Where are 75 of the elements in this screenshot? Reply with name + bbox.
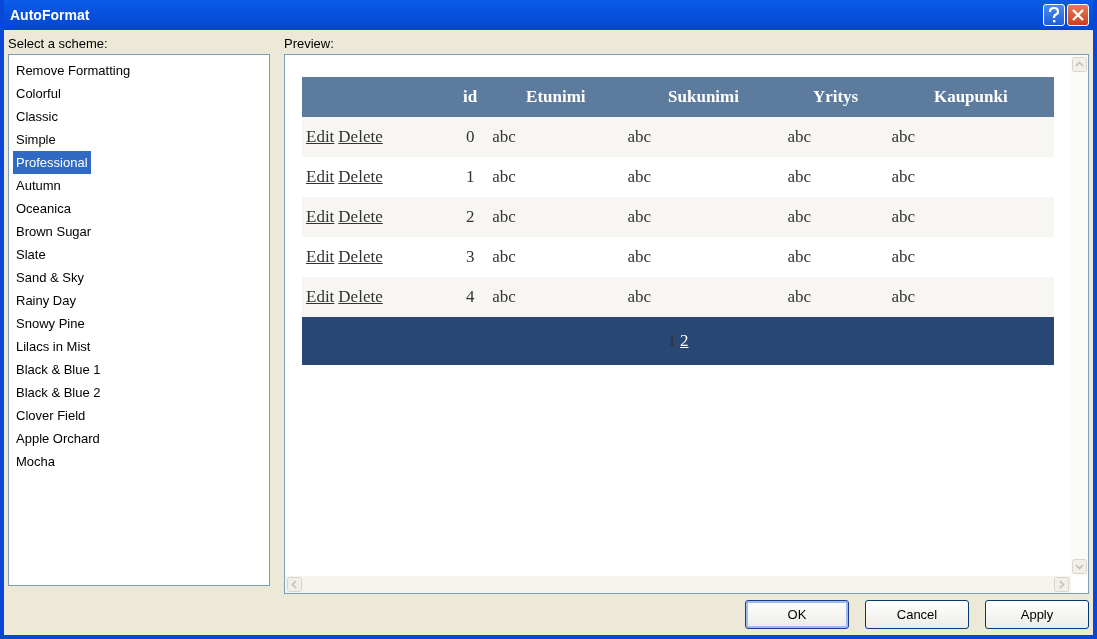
table-cell: abc [783,117,888,157]
table-cell: 3 [452,237,489,277]
table-cell: abc [488,117,624,157]
scheme-item[interactable]: Colorful [13,82,64,105]
header-cell: Etunimi [488,77,624,117]
scroll-up-icon[interactable] [1072,57,1087,72]
table-cell: abc [488,237,624,277]
page-link[interactable]: 2 [680,331,689,350]
table-cell: 2 [452,197,489,237]
scheme-item[interactable]: Simple [13,128,59,151]
scheme-item[interactable]: Black & Blue 2 [13,381,104,404]
table-cell: abc [887,197,1054,237]
table-cell: abc [783,237,888,277]
scheme-item[interactable]: Autumn [13,174,64,197]
scroll-right-icon[interactable] [1054,577,1069,592]
header-cell: id [452,77,489,117]
close-icon [1072,9,1084,21]
edit-link[interactable]: Edit [306,287,335,306]
delete-link[interactable]: Delete [338,167,383,186]
scheme-label: Select a scheme: [8,36,109,51]
scheme-item[interactable]: Lilacs in Mist [13,335,94,358]
table-cell: abc [488,197,624,237]
table-cell: 1 [452,157,489,197]
scheme-item[interactable]: Oceanica [13,197,74,220]
table-cell: abc [488,277,624,317]
table-cell: abc [887,117,1054,157]
table-cell: 4 [452,277,489,317]
delete-link[interactable]: Delete [338,247,383,266]
table-cell: abc [623,197,784,237]
table-cell: abc [887,157,1054,197]
delete-link[interactable]: Delete [338,127,383,146]
table-cell: abc [623,117,784,157]
table-cell: abc [783,197,888,237]
scheme-item[interactable]: Apple Orchard [13,427,103,450]
preview-label: Preview: [284,36,335,51]
scroll-left-icon[interactable] [287,577,302,592]
scheme-item[interactable]: Remove Formatting [13,59,134,82]
dialog-button[interactable]: OK [745,600,849,629]
table-cell: abc [783,157,888,197]
scheme-item[interactable]: Brown Sugar [13,220,95,243]
scheme-item[interactable]: Mocha [13,450,59,473]
edit-link[interactable]: Edit [306,247,335,266]
table-cell: abc [887,277,1054,317]
scheme-item[interactable]: Rainy Day [13,289,79,312]
edit-link[interactable]: Edit [306,167,335,186]
table-cell: abc [623,157,784,197]
scheme-item[interactable]: Professional [13,151,91,174]
scroll-down-icon[interactable] [1072,559,1087,574]
table-cell: 0 [452,117,489,157]
table-cell: abc [783,277,888,317]
header-cell: Sukunimi [623,77,784,117]
table-cell: abc [623,237,784,277]
scheme-item[interactable]: Sand & Sky [13,266,87,289]
header-cell: Kaupunki [887,77,1054,117]
scheme-item[interactable]: Slate [13,243,49,266]
horizontal-scrollbar[interactable] [285,576,1071,593]
delete-link[interactable]: Delete [338,287,383,306]
window-title: AutoFormat [10,7,90,23]
scheme-item[interactable]: Black & Blue 1 [13,358,104,381]
table-cell: abc [623,277,784,317]
scheme-item[interactable]: Snowy Pine [13,312,88,335]
table-cell: abc [887,237,1054,277]
scheme-item[interactable]: Clover Field [13,404,89,427]
dialog-button[interactable]: Cancel [865,600,969,629]
scheme-item[interactable]: Classic [13,105,61,128]
dialog-button[interactable]: Apply [985,600,1089,629]
vertical-scrollbar[interactable] [1071,55,1088,576]
edit-link[interactable]: Edit [306,207,335,226]
header-cell: Yritys [783,77,888,117]
table-cell: abc [488,157,624,197]
help-button[interactable] [1043,4,1065,26]
delete-link[interactable]: Delete [338,207,383,226]
close-button[interactable] [1067,4,1089,26]
question-mark-icon [1048,7,1060,23]
edit-link[interactable]: Edit [306,127,335,146]
